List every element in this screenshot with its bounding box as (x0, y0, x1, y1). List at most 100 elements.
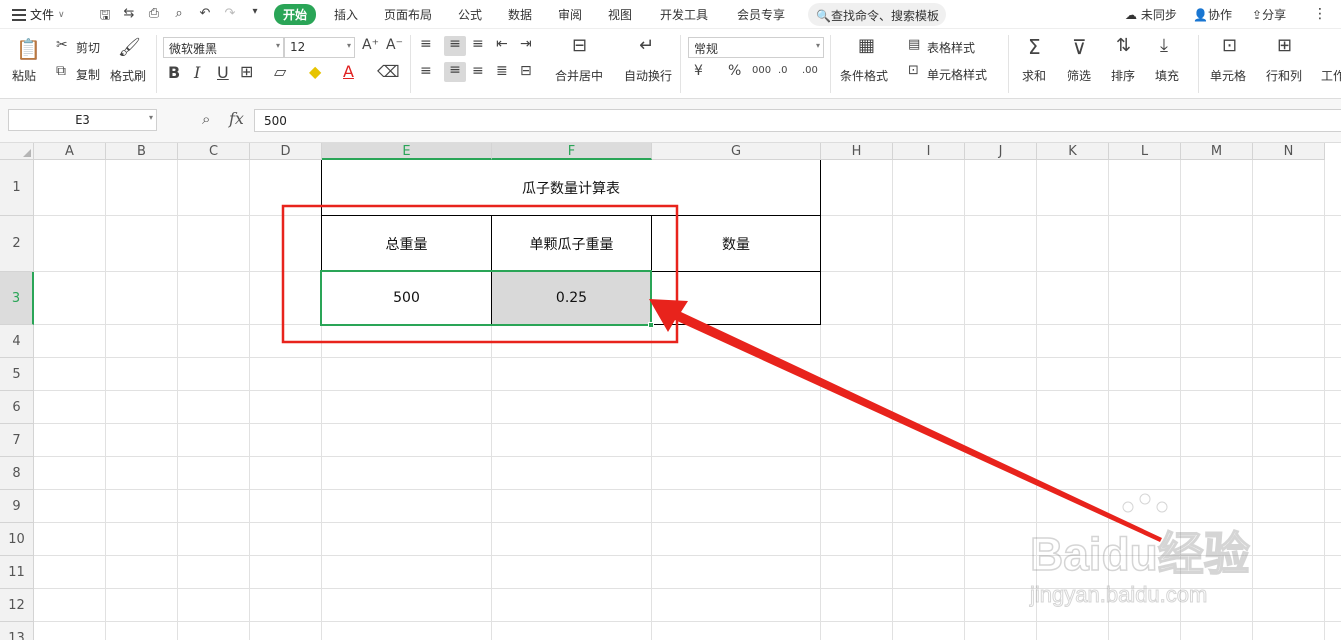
rows-cols-button[interactable]: 行和列 (1266, 67, 1302, 84)
more-icon[interactable]: ⋮ (1313, 6, 1327, 22)
justify-icon[interactable]: ≣ (496, 63, 508, 79)
table-style-button[interactable]: 表格样式 (927, 39, 975, 56)
align-center-icon[interactable]: ≡ (444, 62, 466, 82)
sort-button[interactable]: 排序 (1111, 67, 1135, 84)
increase-decimal-icon[interactable]: .0 (778, 65, 788, 76)
conditional-format-icon: ▦ (858, 35, 876, 56)
format-painter-button[interactable]: 格式刷 (110, 67, 146, 84)
filter-button[interactable]: 筛选 (1067, 67, 1091, 84)
formula-bar: E3 ▾ ⌕ fx 500 (0, 99, 1341, 143)
tab-developer[interactable]: 开发工具 (660, 6, 708, 23)
conditional-format-button[interactable]: 条件格式 (840, 67, 888, 84)
italic-icon[interactable]: I (194, 63, 200, 82)
highlight-icon[interactable]: ◆ (309, 62, 321, 81)
fill-color-icon[interactable]: ▱ (274, 62, 286, 81)
command-search[interactable]: 🔍查找命令、搜索模板 (808, 3, 946, 26)
save-icon[interactable]: 🖫 (96, 6, 114, 28)
decrease-decimal-icon[interactable]: .00 (802, 65, 818, 76)
font-name-value: 微软雅黑 (169, 42, 218, 56)
formula-input[interactable]: 500 (254, 109, 1341, 132)
name-box-value: E3 (75, 113, 90, 127)
print-icon[interactable]: ⎙ (145, 6, 163, 21)
cell-button[interactable]: 单元格 (1210, 67, 1246, 84)
print-preview-icon[interactable]: ⌕ (170, 6, 188, 21)
font-name-select[interactable]: 微软雅黑 ▾ (163, 37, 284, 58)
scissors-icon: ✂ (56, 37, 68, 53)
separator (156, 35, 157, 93)
indent-decrease-icon[interactable]: ⇤ (496, 36, 508, 52)
distribute-icon[interactable]: ⊟ (520, 63, 532, 79)
separator (680, 35, 681, 93)
spreadsheet-grid[interactable]: A B C D E F G H I J K L M N 1 2 3 4 5 6 7 8 9 10 11 12 13 瓜子数量计算表 … (0, 143, 1341, 640)
sort-icon: ⇅ (1116, 35, 1132, 56)
border-icon[interactable]: ⊞ (240, 62, 253, 81)
paste-icon[interactable]: 📋 (16, 37, 41, 61)
search-label: 查找命令、搜索模板 (830, 9, 939, 23)
customize-dropdown-icon[interactable]: ▾ (246, 6, 264, 17)
increase-font-icon[interactable]: A⁺ (362, 37, 379, 53)
sum-button[interactable]: 求和 (1022, 67, 1046, 84)
file-menu[interactable]: 文件 ∨ (12, 6, 65, 23)
redo-icon[interactable]: ↷ (221, 6, 239, 21)
file-menu-label: 文件 (30, 8, 55, 22)
share-label: 分享 (1262, 8, 1287, 22)
underline-icon[interactable]: U (217, 63, 229, 82)
tab-review[interactable]: 审阅 (558, 6, 582, 23)
align-right-icon[interactable]: ≡ (472, 63, 484, 79)
chevron-down-icon: ▾ (148, 113, 153, 122)
font-color-icon[interactable]: A (343, 62, 354, 81)
sum-icon: Σ (1028, 35, 1041, 59)
wrap-text-button[interactable]: 自动换行 (624, 67, 672, 84)
undo-icon[interactable]: ↶ (196, 6, 214, 21)
number-format-value: 常规 (694, 42, 719, 56)
align-bottom-icon[interactable]: ≡ (472, 36, 484, 52)
currency-icon[interactable]: ¥ (694, 63, 703, 79)
paw-icon (1139, 493, 1151, 505)
search-icon: 🔍 (816, 9, 831, 23)
zoom-icon[interactable]: ⌕ (202, 110, 210, 128)
tab-home[interactable]: 开始 (274, 4, 317, 25)
tab-data[interactable]: 数据 (508, 6, 532, 23)
tab-view[interactable]: 视图 (608, 6, 632, 23)
separator (410, 35, 411, 93)
tab-page-layout[interactable]: 页面布局 (384, 6, 432, 23)
highlight-box (281, 204, 679, 344)
copy-button[interactable]: 复制 (76, 66, 100, 83)
name-box[interactable]: E3 ▾ (8, 109, 157, 131)
sync-status[interactable]: ☁ 未同步 (1125, 6, 1177, 23)
bold-icon[interactable]: B (168, 63, 180, 82)
separator (1198, 35, 1199, 93)
cell-style-button[interactable]: 单元格样式 (927, 66, 987, 83)
collab-button[interactable]: 👤协作 (1193, 6, 1232, 23)
worksheet-button[interactable]: 工作 (1321, 67, 1341, 84)
annotation-arrow (649, 299, 1162, 542)
merge-center-button[interactable]: 合并居中 (555, 67, 603, 84)
align-top-icon[interactable]: ≡ (420, 36, 432, 52)
cell-icon: ⊡ (1222, 35, 1238, 56)
thousands-icon[interactable]: 000 (752, 65, 771, 76)
fill-button[interactable]: 填充 (1155, 67, 1179, 84)
decrease-font-icon[interactable]: A⁻ (386, 37, 403, 53)
percent-icon[interactable]: % (728, 63, 741, 79)
tab-insert[interactable]: 插入 (334, 6, 358, 23)
paste-button[interactable]: 粘贴 (12, 67, 36, 84)
cell-style-icon: ⊡ (908, 63, 919, 78)
align-middle-icon[interactable]: ≡ (444, 36, 466, 56)
copy-icon: ⧉ (56, 63, 66, 79)
tab-formulas[interactable]: 公式 (458, 6, 482, 23)
cut-button[interactable]: 剪切 (76, 39, 100, 56)
font-size-select[interactable]: 12 ▾ (284, 37, 355, 58)
number-format-select[interactable]: 常规 ▾ (688, 37, 824, 58)
cloud-sync-icon[interactable]: ⇆ (120, 6, 138, 21)
eraser-icon[interactable]: ⌫ (377, 62, 400, 81)
chevron-down-icon: ▾ (815, 41, 820, 50)
fx-icon[interactable]: fx (229, 109, 244, 128)
brush-icon: 🖌 (118, 37, 141, 58)
share-button[interactable]: ⇪分享 (1252, 6, 1286, 23)
align-left-icon[interactable]: ≡ (420, 63, 432, 79)
merge-cells-icon: ⊟ (572, 35, 588, 56)
indent-increase-icon[interactable]: ⇥ (520, 36, 532, 52)
person-icon: 👤 (1193, 8, 1208, 22)
table-style-icon: ▤ (908, 37, 921, 52)
tab-member[interactable]: 会员专享 (737, 6, 785, 23)
